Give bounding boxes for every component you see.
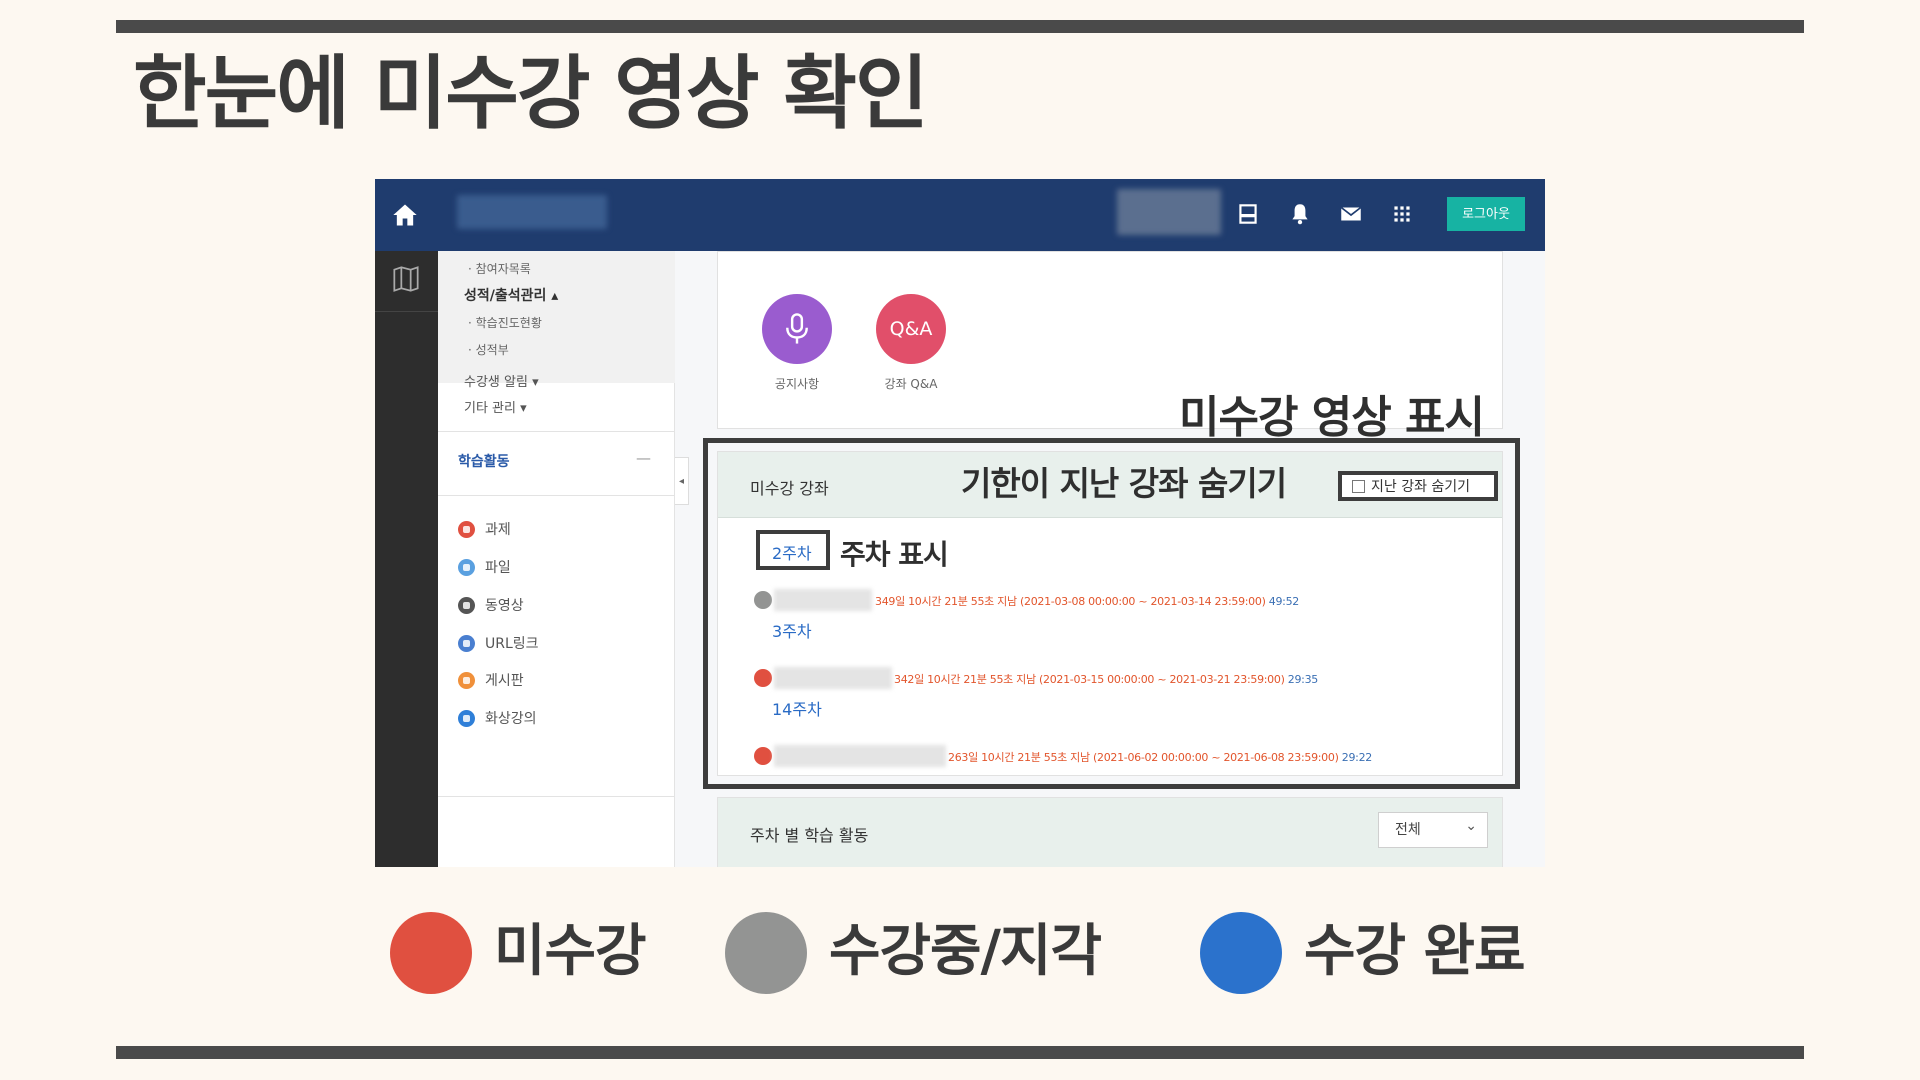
qna-icon[interactable]: Q&A <box>876 294 946 364</box>
collapse-minus-icon[interactable]: — <box>636 449 651 467</box>
chat-icon <box>458 709 475 727</box>
layout-icon[interactable] <box>1235 201 1261 227</box>
activity-video-conference[interactable]: 화상강의 <box>458 707 537 729</box>
home-icon[interactable] <box>391 201 419 229</box>
annotation-hide-expired: 기한이 지난 강좌 숨기기 <box>961 464 1287 503</box>
file-icon <box>458 558 475 576</box>
page-title: 한눈에 미수강 영상 확인 <box>133 47 929 140</box>
board-icon <box>458 671 475 689</box>
legend-missed-label: 미수강 <box>494 919 647 984</box>
sidebar-divider <box>438 495 675 496</box>
activity-video[interactable]: 동영상 <box>458 594 524 616</box>
annotation-missed-display: 미수강 영상 표시 <box>1179 392 1485 443</box>
sidebar-item-gradebook[interactable]: · 성적부 <box>468 341 509 358</box>
activity-label: 동영상 <box>485 598 524 614</box>
sidebar-divider <box>438 796 675 797</box>
sidebar-item-progress[interactable]: · 학습진도현황 <box>468 314 542 331</box>
bell-icon[interactable] <box>1287 201 1313 227</box>
legend-completed-label: 수강 완료 <box>1304 919 1526 984</box>
course-sidebar: · 참여자목록 성적/출석관리 ▴ · 학습진도현황 · 성적부 수강생 알림 … <box>438 251 675 867</box>
activity-assignment[interactable]: 과제 <box>458 518 511 540</box>
sidebar-collapse-toggle[interactable]: ◂ <box>675 457 689 505</box>
activity-file[interactable]: 파일 <box>458 556 511 578</box>
sidebar-menu-student-alert[interactable]: 수강생 알림 ▾ <box>464 371 539 390</box>
sidebar-divider <box>438 431 675 432</box>
activity-url[interactable]: URL링크 <box>458 632 539 654</box>
legend-in-progress-dot <box>725 912 807 994</box>
book-icon[interactable] <box>392 266 420 292</box>
rail-divider <box>375 311 438 312</box>
activity-label: 파일 <box>485 560 511 576</box>
legend-missed-dot <box>390 912 472 994</box>
weekly-card-title: 주차 별 학습 활동 <box>750 826 869 845</box>
activity-label: 화상강의 <box>485 711 537 727</box>
sidebar-item-participants[interactable]: · 참여자목록 <box>468 260 531 277</box>
logout-button[interactable]: 로그아웃 <box>1447 197 1525 231</box>
qna-caption[interactable]: 강좌 Q&A <box>861 375 961 392</box>
activity-label: 게시판 <box>485 673 524 689</box>
lms-screenshot: 로그아웃 · 참여자목록 성적/출석관리 ▴ · 학습진도현황 · 성적부 수강… <box>375 179 1545 867</box>
assignment-icon <box>458 520 475 538</box>
top-navigation-bar: 로그아웃 <box>375 179 1545 251</box>
user-profile-blurred[interactable] <box>1117 189 1221 235</box>
weekly-card-header: 주차 별 학습 활동 전체 <box>718 798 1502 867</box>
sidebar-menu-other[interactable]: 기타 관리 ▾ <box>464 397 527 416</box>
notice-caption[interactable]: 공지사항 <box>747 375 847 392</box>
top-rule <box>116 20 1804 33</box>
dark-side-rail <box>375 251 438 867</box>
activity-label: URL링크 <box>485 636 539 652</box>
microphone-icon[interactable] <box>762 294 832 364</box>
link-icon <box>458 634 475 652</box>
legend-completed-dot <box>1200 912 1282 994</box>
sidebar-learning-activity-title: 학습활동 <box>458 454 510 470</box>
course-name-blurred <box>457 195 607 229</box>
apps-grid-icon[interactable] <box>1389 201 1415 227</box>
activity-board[interactable]: 게시판 <box>458 669 524 691</box>
weekly-activity-card: 주차 별 학습 활동 전체 <box>717 797 1503 867</box>
mail-icon[interactable] <box>1338 201 1364 227</box>
play-icon <box>458 596 475 614</box>
sidebar-menu-grades[interactable]: 성적/출석관리 ▴ <box>464 285 558 305</box>
bottom-rule <box>116 1046 1804 1059</box>
annotation-week-display: 주차 표시 <box>840 538 949 571</box>
week-filter-select[interactable]: 전체 <box>1378 809 1488 848</box>
activity-label: 과제 <box>485 522 511 538</box>
legend-in-progress-label: 수강중/지각 <box>829 919 1102 984</box>
